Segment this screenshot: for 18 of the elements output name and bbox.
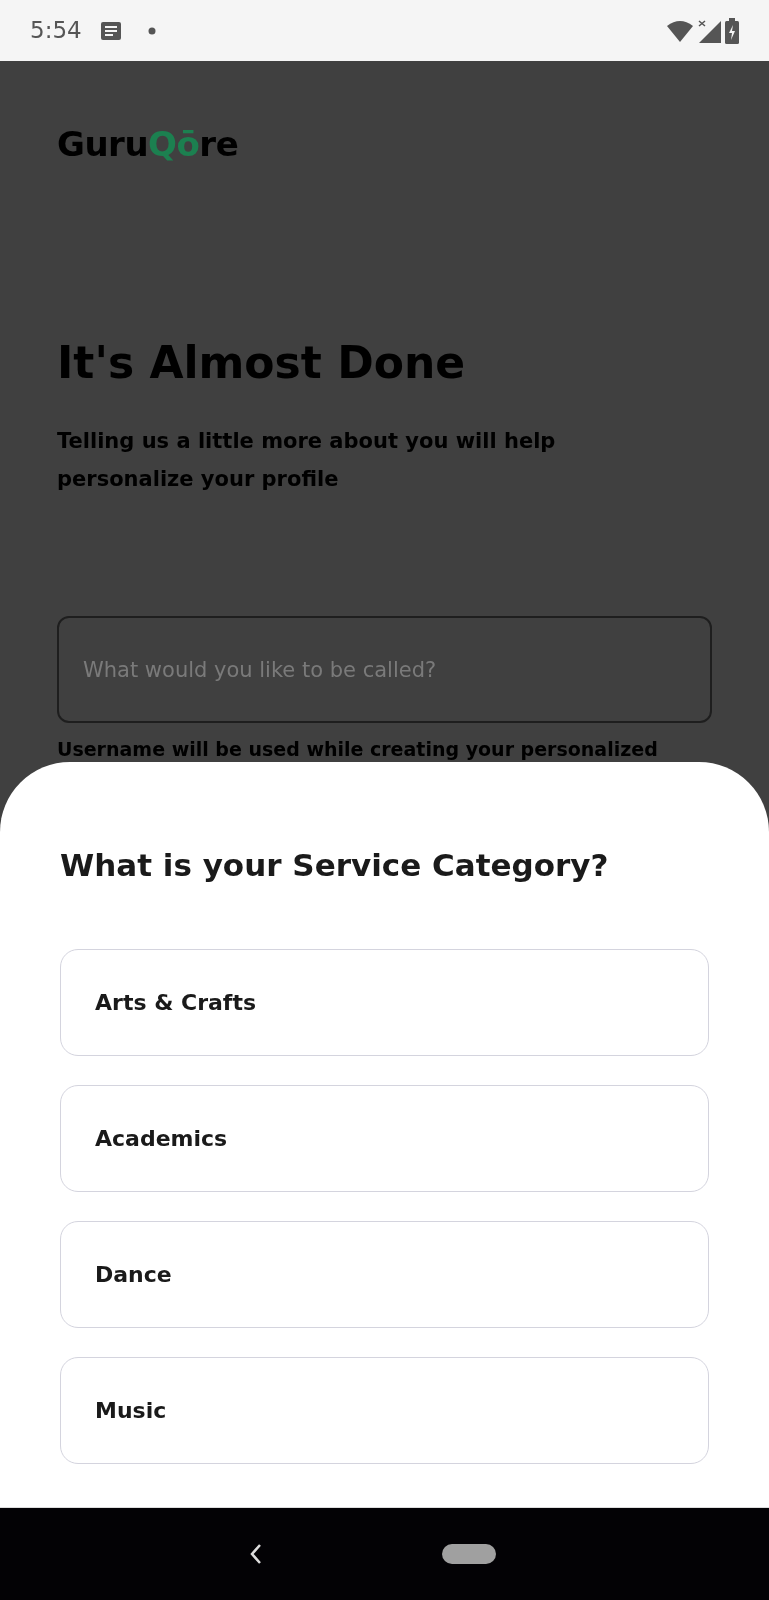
notification-icon (99, 20, 122, 41)
back-icon[interactable] (249, 1543, 262, 1565)
page-heading: It's Almost Done (57, 336, 467, 390)
category-option[interactable]: Arts & Crafts (60, 948, 709, 1056)
status-time: 5:54 (30, 16, 82, 46)
dot-icon (147, 26, 156, 35)
category-option[interactable]: Dance (60, 1220, 709, 1328)
battery-icon (725, 17, 739, 44)
page-subtitle: Telling us a little more about you will help personalize your profile (57, 428, 557, 493)
signal-icon (697, 18, 721, 43)
logo: GuruQōre (57, 123, 240, 166)
username-field[interactable]: What would you like to be called? (57, 616, 712, 723)
home-pill-icon[interactable] (441, 1544, 496, 1564)
wifi-icon (667, 19, 693, 42)
helper-text: Username will be used while creating your personalized (57, 737, 659, 762)
sheet-title: What is your Service Category? (60, 846, 610, 885)
category-option[interactable]: Academics (60, 1084, 709, 1192)
category-option[interactable]: Music (60, 1356, 709, 1464)
